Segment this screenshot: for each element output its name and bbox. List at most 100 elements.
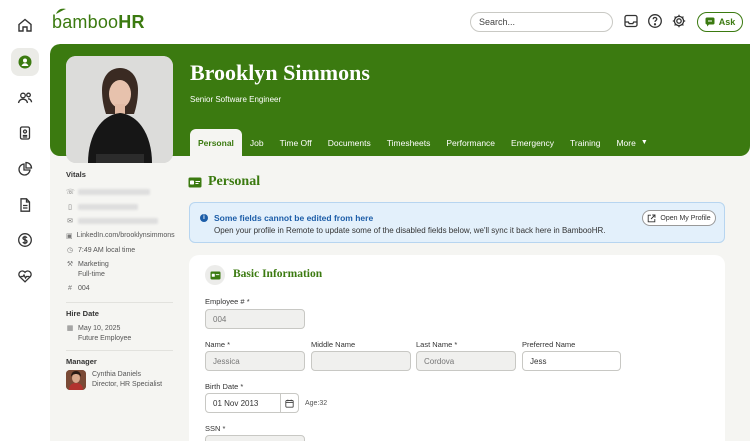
vitals-phone-mobile: ▯ xyxy=(66,200,173,215)
tab-more[interactable]: More ▼ xyxy=(608,129,655,156)
divider xyxy=(66,302,173,303)
preferred-name-field[interactable]: Jess xyxy=(522,351,621,371)
notice-body: Open your profile in Remote to update so… xyxy=(214,226,606,235)
nav-files[interactable] xyxy=(11,191,39,219)
vitals-local-time: ◷ 7:49 AM local time xyxy=(66,243,173,258)
manager-title: Director, HR Specialist xyxy=(92,381,163,388)
dollar-icon xyxy=(18,233,32,247)
vitals-heading: Vitals xyxy=(66,170,86,179)
home-icon xyxy=(18,18,32,32)
tab-training[interactable]: Training xyxy=(562,129,608,156)
open-my-profile-button[interactable]: Open My Profile xyxy=(642,210,716,226)
linkedin-icon: ▣ xyxy=(66,232,73,240)
hire-status-text: Future Employee xyxy=(78,335,132,342)
tab-label: Timesheets xyxy=(386,137,431,148)
tab-documents[interactable]: Documents xyxy=(320,129,379,156)
preferred-name-label: Preferred Name xyxy=(522,340,576,349)
nav-payroll[interactable] xyxy=(11,226,39,254)
nav-my-info[interactable] xyxy=(11,48,39,76)
nav-people[interactable] xyxy=(11,84,39,112)
nav-home[interactable] xyxy=(11,11,39,39)
hire-date-heading: Hire Date xyxy=(66,309,99,318)
tab-time-off[interactable]: Time Off xyxy=(272,129,320,156)
manager-heading: Manager xyxy=(66,357,97,366)
vitals-panel: Vitals ☏ ▯ ✉ ▣ LinkedIn.com/brooklynsimmo… xyxy=(66,170,175,390)
vitals-department: ⚒ Marketing Full-time xyxy=(66,260,173,280)
redacted-value xyxy=(78,218,158,225)
employee-number-field[interactable]: 004 xyxy=(205,309,305,329)
birth-date-field[interactable]: 01 Nov 2013 xyxy=(205,393,281,413)
mobile-icon: ▯ xyxy=(68,203,72,211)
manager-info: Cynthia Daniels Director, HR Specialist xyxy=(92,370,162,390)
hash-icon: # xyxy=(68,285,72,293)
left-nav-rail xyxy=(0,0,50,441)
tab-label: Documents xyxy=(327,137,371,148)
section-title: Personal xyxy=(208,174,261,189)
logo-main-text: bamboo xyxy=(52,12,119,32)
tab-label: Personal xyxy=(198,137,234,148)
middle-name-label: Middle Name xyxy=(311,340,356,349)
nav-benefits[interactable] xyxy=(11,262,39,290)
employee-photo[interactable] xyxy=(66,56,173,163)
tab-label: Job xyxy=(249,137,264,148)
main-content: Brooklyn Simmons Senior Software Enginee… xyxy=(50,44,750,441)
ssn-field[interactable] xyxy=(205,435,305,441)
tab-personal[interactable]: Personal xyxy=(190,129,242,156)
department-text: Marketing xyxy=(78,260,109,268)
manager-card[interactable]: Cynthia Daniels Director, HR Specialist xyxy=(66,370,173,390)
tab-performance[interactable]: Performance xyxy=(438,129,503,156)
info-notice: i Some fields cannot be edited from here… xyxy=(189,202,725,243)
tab-timesheets[interactable]: Timesheets xyxy=(379,129,439,156)
ssn-label: SSN * xyxy=(205,424,226,433)
employee-name: Brooklyn Simmons xyxy=(190,60,370,85)
help-icon[interactable] xyxy=(647,13,663,29)
heart-pulse-icon xyxy=(18,270,32,283)
vitals-email: ✉ xyxy=(66,214,173,229)
middle-name-field[interactable] xyxy=(311,351,411,371)
inbox-icon[interactable] xyxy=(623,13,639,29)
nav-hiring[interactable] xyxy=(11,119,39,147)
ask-button[interactable]: Ask xyxy=(697,12,743,32)
caret-down-icon: ▼ xyxy=(640,139,648,146)
birth-date-label: Birth Date * xyxy=(205,382,244,391)
chat-icon xyxy=(705,17,715,27)
document-icon xyxy=(20,198,31,212)
employee-number-label: Employee # * xyxy=(205,297,250,306)
linkedin-text: LinkedIn.com/brooklynsimmons xyxy=(76,232,175,240)
external-link-icon xyxy=(648,214,656,222)
employee-job-title: Senior Software Engineer xyxy=(190,95,282,104)
people-icon xyxy=(17,92,33,104)
gear-icon[interactable] xyxy=(671,13,687,29)
last-name-field[interactable]: Cordova xyxy=(416,351,516,371)
search-input[interactable] xyxy=(470,12,613,32)
first-name-field[interactable]: Jessica xyxy=(205,351,305,371)
calendar-icon: ▦ xyxy=(66,325,74,332)
hire-date-row: ▦ May 10, 2025 Future Employee xyxy=(66,324,173,344)
tab-label: Time Off xyxy=(279,137,312,148)
profile-tabs: Personal Job Time Off Documents Timeshee… xyxy=(190,129,656,156)
date-picker-button[interactable] xyxy=(281,393,299,413)
clock-icon: ◷ xyxy=(66,247,74,255)
department-block: Marketing Full-time xyxy=(78,260,109,280)
card-title: Basic Information xyxy=(233,268,323,280)
person-icon xyxy=(18,55,32,69)
card-icon xyxy=(205,265,225,285)
bamboohr-logo[interactable]: bambooHR xyxy=(52,8,145,33)
calendar-icon xyxy=(285,399,294,408)
tab-emergency[interactable]: Emergency xyxy=(503,129,562,156)
last-name-label: Last Name * xyxy=(416,340,458,349)
tab-label: More xyxy=(616,137,636,148)
manager-name: Cynthia Daniels xyxy=(92,371,142,378)
portrait-image xyxy=(66,56,173,163)
local-time-text: 7:49 AM local time xyxy=(78,246,136,254)
vitals-phone-work: ☏ xyxy=(66,185,173,200)
top-bar: bambooHR Ask xyxy=(50,0,750,44)
manager-avatar xyxy=(66,370,86,390)
tab-label: Performance xyxy=(446,137,496,148)
nav-reports[interactable] xyxy=(11,155,39,183)
tab-job[interactable]: Job xyxy=(242,129,272,156)
ask-label: Ask xyxy=(718,17,736,27)
notice-title: Some fields cannot be edited from here xyxy=(214,213,374,223)
vitals-linkedin[interactable]: ▣ LinkedIn.com/brooklynsimmons xyxy=(66,229,175,244)
redacted-value xyxy=(78,189,150,196)
